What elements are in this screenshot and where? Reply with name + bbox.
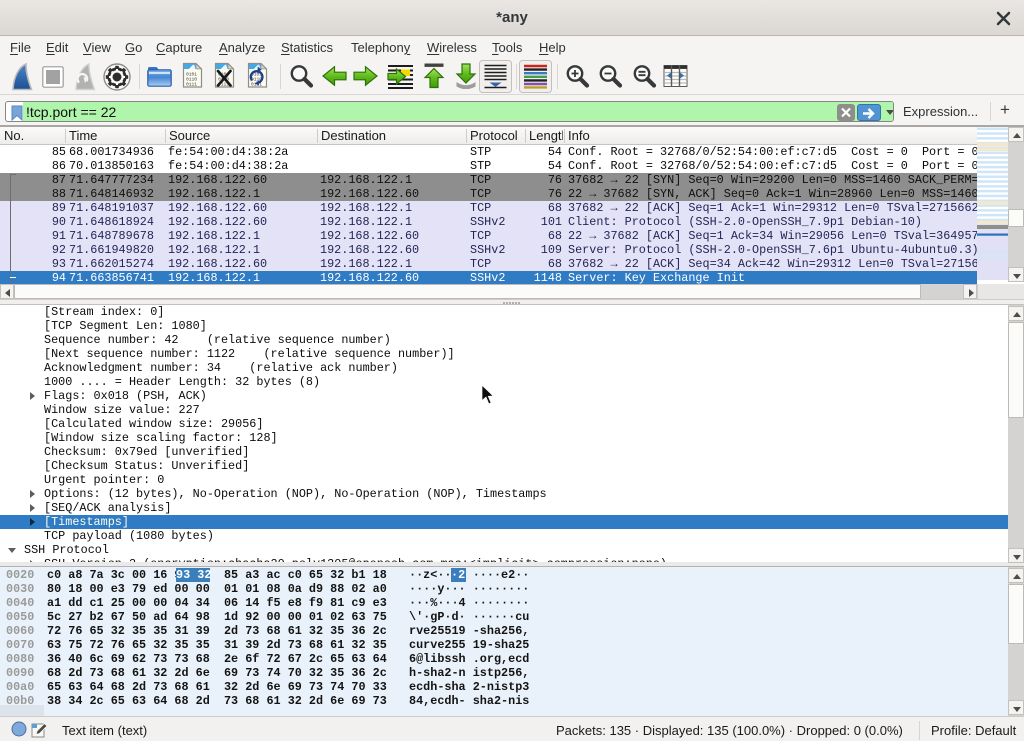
svg-text:0111: 0111 [186, 82, 197, 88]
